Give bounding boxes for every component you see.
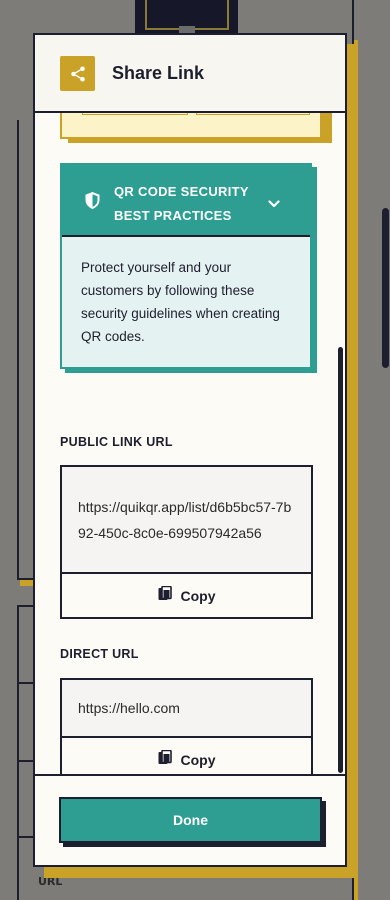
direct-url-label: DIRECT URL [60, 647, 139, 661]
qr-security-toggle[interactable]: QR CODE SECURITY BEST PRACTICES [62, 165, 310, 237]
public-link-url[interactable]: https://quikqr.app/list/d6b5bc57-7b92-45… [62, 467, 311, 574]
done-button[interactable]: Done [59, 797, 322, 843]
modal-body[interactable]: QR CODE SECURITY BEST PRACTICES Protect … [35, 113, 345, 774]
public-link-label: PUBLIC LINK URL [60, 435, 173, 449]
share-link-modal: Share Link QR CODE SECURITY BEST PRACTIC… [33, 33, 347, 867]
background-qr-frame [135, 0, 238, 35]
qr-security-title-line1: QR CODE SECURITY [114, 184, 249, 199]
public-link-box: https://quikqr.app/list/d6b5bc57-7b92-45… [60, 465, 313, 619]
page-scrollbar[interactable] [382, 208, 389, 368]
copy-direct-url-button[interactable]: Copy [62, 738, 311, 774]
qr-security-title: QR CODE SECURITY BEST PRACTICES [114, 180, 274, 228]
qr-security-title-line2: BEST PRACTICES [114, 208, 232, 223]
previous-section-box [60, 113, 322, 139]
copy-public-link-label: Copy [180, 587, 216, 604]
background-divider [17, 120, 19, 580]
direct-url-value[interactable]: https://hello.com [62, 680, 311, 738]
direct-url-box: https://hello.com Copy [60, 678, 313, 774]
share-icon [60, 56, 95, 91]
modal-title: Share Link [112, 63, 205, 83]
background-divider [17, 605, 19, 900]
copy-icon [158, 749, 172, 769]
qr-security-description: Protect yourself and your customers by f… [81, 260, 280, 344]
background-accent [20, 580, 34, 586]
modal-header: Share Link [35, 35, 345, 113]
chevron-down-icon [268, 193, 280, 212]
shield-icon [84, 191, 101, 214]
copy-public-link-button[interactable]: Copy [62, 574, 311, 617]
copy-direct-url-label: Copy [180, 751, 216, 768]
copy-icon [158, 585, 172, 605]
modal-scrollbar[interactable] [338, 347, 343, 773]
qr-security-panel: QR CODE SECURITY BEST PRACTICES Protect … [60, 163, 312, 369]
modal-footer: Done [35, 774, 345, 865]
